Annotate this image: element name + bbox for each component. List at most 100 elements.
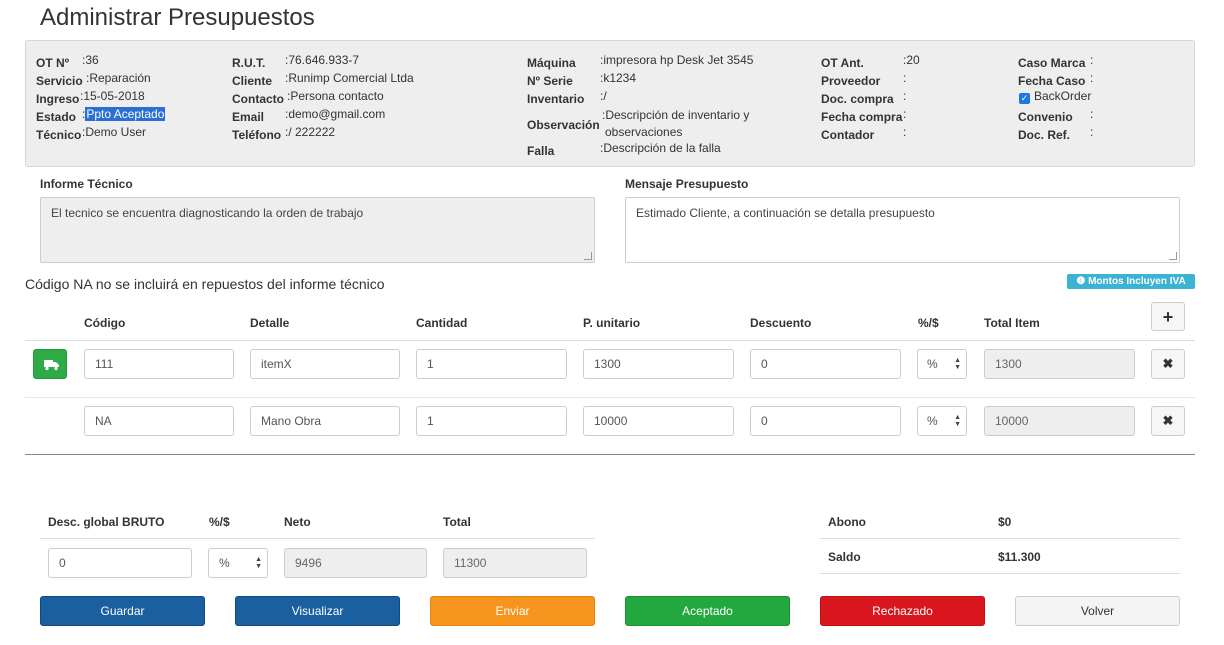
proveedor-value: : (903, 71, 907, 85)
truck-icon (44, 360, 59, 371)
totals-tipo-select[interactable]: % ▲ ▼ (208, 548, 268, 578)
convenio-label: Convenio (1018, 110, 1073, 124)
guardar-button[interactable]: Guardar (40, 596, 205, 626)
row1-codigo-input[interactable]: 111 (84, 349, 234, 379)
desc-global-input[interactable]: 0 (48, 548, 192, 578)
tecnico-value: :Demo User (82, 125, 147, 139)
inventario-value: :/ (600, 89, 607, 103)
informe-tecnico-label: Informe Técnico (40, 177, 133, 191)
iva-badge-text: Montos Incluyen IVA (1088, 276, 1186, 287)
backorder-label: BackOrder (1034, 89, 1092, 103)
info-circle-icon: ❶ (1076, 276, 1086, 287)
row2-tipo-value: % (927, 414, 938, 428)
informe-tecnico-textarea[interactable]: El tecnico se encuentra diagnosticando l… (40, 197, 595, 263)
fecha-compra-label: Fecha compra (821, 110, 903, 124)
info-column-purchase: OT Ant.:20 Proveedor: Doc. compra: Fecha… (821, 53, 1011, 143)
row1-unitario-input[interactable]: 1300 (583, 349, 734, 379)
neto-label: Neto (284, 515, 311, 529)
row1-total-input: 1300 (984, 349, 1135, 379)
servicio-value: :Reparación (86, 71, 151, 85)
fecha-caso-value: : (1090, 71, 1094, 85)
add-row-button[interactable]: + (1151, 302, 1185, 331)
header-unitario: P. unitario (583, 316, 641, 330)
codigo-na-note: Código NA no se incluirá en repuestos de… (25, 276, 385, 292)
summary-divider (820, 538, 1180, 539)
row2-cantidad-input[interactable]: 1 (416, 406, 567, 436)
plus-icon: + (1162, 307, 1174, 327)
visualizar-button[interactable]: Visualizar (235, 596, 400, 626)
row1-tipo-select[interactable]: % ▲ ▼ (917, 349, 967, 379)
ot-label: OT Nº (36, 56, 70, 70)
info-column-machine: Máquina :impresora hp Desk Jet 3545 Nº Se… (527, 53, 817, 159)
resize-handle-icon[interactable] (584, 252, 592, 260)
close-icon: ✖ (1162, 356, 1174, 371)
sort-arrows-icon: ▲ ▼ (954, 357, 961, 371)
ingreso-label: Ingreso (36, 92, 80, 106)
info-column-case: Caso Marca: Fecha Caso: ✓ BackOrder Conve… (1018, 53, 1188, 143)
row2-remove-button[interactable]: ✖ (1151, 406, 1185, 436)
abono-label: Abono (828, 515, 866, 529)
total-label: Total (443, 515, 471, 529)
row1-descuento-input[interactable]: 0 (750, 349, 901, 379)
header-tipo: %/$ (918, 316, 939, 330)
ot-ant-value: :20 (903, 53, 920, 67)
row1-detalle-input[interactable]: itemX (250, 349, 400, 379)
info-column-client: R.U.T. :76.646.933-7 Cliente :Runimp Comer… (232, 53, 512, 143)
estado-label: Estado (36, 110, 77, 124)
maquina-value: :impresora hp Desk Jet 3545 (600, 53, 754, 67)
cliente-label: Cliente (232, 74, 273, 88)
row2-detalle-input[interactable]: Mano Obra (250, 406, 400, 436)
resize-handle-icon[interactable] (1169, 252, 1177, 260)
telefono-label: Teléfono (232, 128, 282, 142)
row2-descuento-input[interactable]: 0 (750, 406, 901, 436)
saldo-label: Saldo (828, 550, 861, 564)
table-divider (25, 340, 1195, 341)
order-info-panel: OT Nº:36 Servicio:Reparación Ingreso:15-… (25, 40, 1195, 167)
row1-cantidad-input[interactable]: 1 (416, 349, 567, 379)
mensaje-presupuesto-textarea[interactable]: Estimado Cliente, a continuación se deta… (625, 197, 1180, 263)
rut-label: R.U.T. (232, 56, 266, 70)
servicio-label: Servicio (36, 74, 83, 88)
convenio-value: : (1090, 107, 1094, 121)
doc-compra-value: : (903, 89, 907, 103)
falla-label: Falla (527, 144, 555, 158)
row2-unitario-input[interactable]: 10000 (583, 406, 734, 436)
row1-remove-button[interactable]: ✖ (1151, 349, 1185, 379)
row2-tipo-select[interactable]: % ▲ ▼ (917, 406, 967, 436)
proveedor-label: Proveedor (821, 74, 881, 88)
contacto-value: :Persona contacto (287, 89, 384, 103)
header-descuento: Descuento (750, 316, 812, 330)
caso-marca-label: Caso Marca (1018, 56, 1086, 70)
rechazado-button[interactable]: Rechazado (820, 596, 985, 626)
serie-label: Nº Serie (527, 74, 573, 88)
totals-tipo-value: % (219, 556, 230, 570)
checkmark-icon: ✓ (1019, 93, 1030, 104)
tecnico-label: Técnico (36, 128, 82, 142)
doc-ref-value: : (1090, 125, 1094, 139)
row2-codigo-input[interactable]: NA (84, 406, 234, 436)
mensaje-presupuesto-text: Estimado Cliente, a continuación se deta… (636, 206, 935, 220)
observacion-value-line2: observaciones (605, 125, 683, 139)
totals-tipo-label: %/$ (209, 515, 230, 529)
enviar-button[interactable]: Enviar (430, 596, 595, 626)
estado-value: Ppto Aceptado (85, 107, 166, 121)
informe-tecnico-text: El tecnico se encuentra diagnosticando l… (51, 206, 364, 220)
serie-value: :k1234 (600, 71, 637, 85)
sort-arrows-icon: ▲ ▼ (255, 556, 262, 570)
doc-ref-label: Doc. Ref. (1018, 128, 1071, 142)
volver-button[interactable]: Volver (1015, 596, 1180, 626)
rut-value: :76.646.933-7 (285, 53, 360, 67)
header-cantidad: Cantidad (416, 316, 468, 330)
fecha-caso-label: Fecha Caso (1018, 74, 1086, 88)
falla-value: :Descripción de la falla (600, 141, 721, 155)
cliente-value: :Runimp Comercial Ltda (285, 71, 414, 85)
header-detalle: Detalle (250, 316, 290, 330)
row2-total-input: 10000 (984, 406, 1135, 436)
aceptado-button[interactable]: Aceptado (625, 596, 790, 626)
header-codigo: Código (84, 316, 126, 330)
maquina-label: Máquina (527, 56, 576, 70)
telefono-value: :/ 222222 (285, 125, 336, 139)
truck-button[interactable] (33, 349, 67, 379)
backorder-checkbox[interactable]: ✓ BackOrder (1019, 89, 1091, 104)
ingreso-value: :15-05-2018 (80, 89, 145, 103)
